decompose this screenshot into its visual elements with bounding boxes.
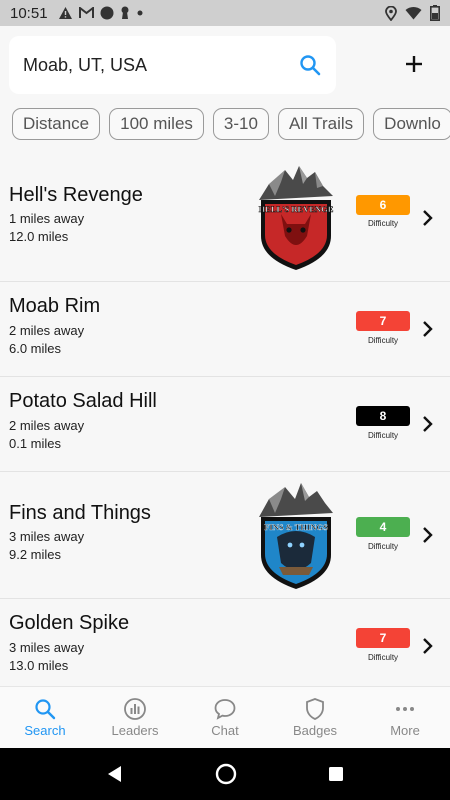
status-notification-icons — [58, 6, 144, 20]
wifi-icon — [405, 6, 422, 20]
trail-distance-away: 2 miles away — [9, 418, 85, 433]
trail-row[interactable]: Fins and Things 3 miles away 9.2 miles F… — [0, 472, 450, 599]
difficulty-badge: 7 — [356, 628, 410, 648]
status-bar: 10:51 — [0, 0, 450, 26]
trail-length: 6.0 miles — [9, 341, 62, 356]
trail-row[interactable]: Golden Spike 3 miles away 13.0 miles 7 D… — [0, 599, 450, 686]
chevron-right-icon[interactable] — [419, 209, 437, 227]
tab-label: Leaders — [111, 723, 159, 738]
trail-length: 13.0 miles — [9, 658, 69, 673]
filter-chip-downloads[interactable]: Downlo — [373, 108, 450, 140]
trail-row[interactable]: Moab Rim 2 miles away 6.0 miles 7 Diffic… — [0, 282, 450, 377]
chat-bubble-icon — [214, 699, 236, 720]
chevron-right-icon[interactable] — [419, 415, 437, 433]
tab-search[interactable]: Search — [0, 687, 90, 748]
add-icon[interactable] — [400, 50, 428, 78]
tab-more[interactable]: More — [360, 687, 450, 748]
trail-name: Potato Salad Hill — [9, 390, 157, 412]
trail-length: 9.2 miles — [9, 547, 62, 562]
tab-label: Search — [24, 723, 66, 738]
trail-length: 12.0 miles — [9, 229, 69, 244]
difficulty-badge: 4 — [356, 517, 410, 537]
search-icon — [35, 699, 56, 720]
tab-label: Chat — [211, 723, 239, 738]
more-dots-icon — [396, 707, 414, 711]
status-time: 10:51 — [10, 4, 48, 22]
keyhole-icon — [121, 6, 129, 19]
difficulty-label: Difficulty — [367, 219, 399, 228]
gmail-icon — [78, 7, 94, 18]
trail-distance-away: 3 miles away — [9, 529, 85, 544]
difficulty-label: Difficulty — [367, 542, 399, 551]
trail-list: Hell's Revenge 1 miles away 12.0 miles H… — [0, 157, 450, 686]
trail-name: Fins and Things — [9, 502, 151, 524]
chevron-right-icon[interactable] — [419, 637, 437, 655]
trail-logo-hells-revenge: HELL'S REVENGE — [258, 166, 334, 270]
logo-lettering: FINS & THINGS — [264, 522, 328, 532]
location-search-bar[interactable]: Moab, UT, USA — [9, 36, 336, 94]
trail-length: 0.1 miles — [9, 436, 62, 451]
trail-name: Golden Spike — [9, 612, 130, 634]
alert-icon — [58, 7, 72, 19]
circle-icon — [100, 6, 114, 20]
battery-icon — [430, 5, 440, 21]
location-text[interactable]: Moab, UT, USA — [23, 55, 147, 76]
bottom-tab-bar: Search Leaders Chat Badges More — [0, 686, 450, 748]
filter-chip-radius[interactable]: 100 miles — [109, 108, 204, 140]
status-system-icons — [385, 5, 440, 21]
trail-distance-away: 3 miles away — [9, 640, 85, 655]
dot-icon — [137, 10, 143, 16]
chevron-right-icon[interactable] — [419, 320, 437, 338]
system-navigation-bar — [0, 748, 450, 800]
back-icon[interactable] — [106, 765, 124, 783]
trail-logo-fins-and-things: FINS & THINGS — [259, 483, 333, 589]
shield-icon — [306, 698, 324, 720]
search-icon[interactable] — [298, 53, 322, 77]
filter-chip-difficulty[interactable]: 3-10 — [212, 108, 269, 140]
difficulty-badge: 6 — [356, 195, 410, 215]
app-screen: Moab, UT, USA Distance 100 miles 3-10 Al… — [0, 26, 450, 686]
difficulty-badge: 7 — [356, 311, 410, 331]
tab-chat[interactable]: Chat — [180, 687, 270, 748]
trail-row[interactable]: Hell's Revenge 1 miles away 12.0 miles H… — [0, 157, 450, 282]
recents-icon[interactable] — [328, 766, 344, 782]
trail-name: Hell's Revenge — [9, 184, 143, 206]
bar-chart-icon — [124, 698, 146, 720]
trail-name: Moab Rim — [9, 295, 101, 317]
trail-distance-away: 2 miles away — [9, 323, 85, 338]
filter-chips: Distance 100 miles 3-10 All Trails Downl… — [12, 108, 450, 142]
difficulty-badge: 8 — [356, 406, 410, 426]
filter-chip-trails[interactable]: All Trails — [277, 108, 365, 140]
location-icon — [385, 5, 397, 21]
trail-row[interactable]: Potato Salad Hill 2 miles away 0.1 miles… — [0, 377, 450, 472]
difficulty-label: Difficulty — [367, 653, 399, 662]
filter-chip-distance[interactable]: Distance — [12, 108, 101, 140]
home-icon[interactable] — [215, 763, 237, 785]
tab-label: Badges — [292, 723, 338, 738]
tab-label: More — [390, 723, 420, 738]
chevron-right-icon[interactable] — [419, 526, 437, 544]
tab-leaders[interactable]: Leaders — [90, 687, 180, 748]
trail-distance-away: 1 miles away — [9, 211, 85, 226]
logo-lettering: HELL'S REVENGE — [259, 204, 334, 214]
difficulty-label: Difficulty — [367, 336, 399, 345]
difficulty-label: Difficulty — [367, 431, 399, 440]
tab-badges[interactable]: Badges — [270, 687, 360, 748]
